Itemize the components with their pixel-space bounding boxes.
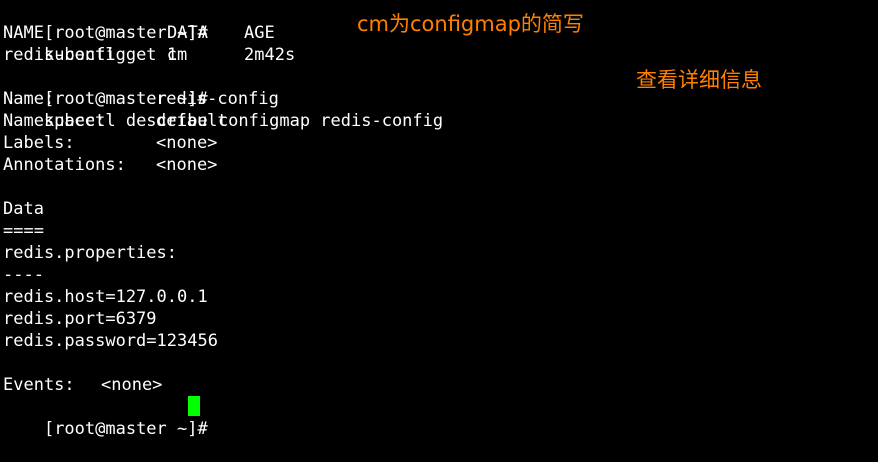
terminal-line-command-describe: [root@master ~]# kubectl describe config… xyxy=(3,66,443,131)
configmap-data-cell: 1 xyxy=(167,45,178,65)
describe-value: <none> xyxy=(156,155,218,175)
describe-label: Name: xyxy=(3,89,55,109)
terminal-line-current-prompt: [root@master ~]# xyxy=(3,396,208,439)
config-value-line: redis.password=123456 xyxy=(3,331,218,351)
terminal-window[interactable]: [root@master ~]# kubectl get cm NAME DAT… xyxy=(0,0,878,439)
table-row: redis-config 1 2m42s xyxy=(3,44,343,66)
describe-labels-line: Labels: <none> xyxy=(3,132,403,154)
config-value-line: redis.port=6379 xyxy=(3,309,157,329)
describe-value: redis-config xyxy=(156,89,279,109)
describe-value: <none> xyxy=(101,375,163,395)
describe-label: Annotations: xyxy=(3,155,126,175)
events-line: Events: <none> xyxy=(3,374,303,396)
describe-label: Events: xyxy=(3,375,75,395)
config-value-line: redis.host=127.0.0.1 xyxy=(3,287,208,307)
configmap-age-cell: 2m42s xyxy=(244,45,296,65)
column-header-data: DATA xyxy=(167,23,208,43)
data-heading: Data xyxy=(3,199,44,219)
annotation-cm-abbreviation: cm为configmap的简写 xyxy=(357,12,584,36)
describe-name-line: Name: redis-config xyxy=(3,88,403,110)
terminal-cursor xyxy=(188,396,200,416)
shell-prompt: [root@master ~]# xyxy=(43,419,208,439)
describe-label: Labels: xyxy=(3,133,75,153)
describe-annotations-line: Annotations: <none> xyxy=(3,154,403,176)
annotation-describe-details: 查看详细信息 xyxy=(636,68,762,92)
column-header-name: NAME xyxy=(3,23,44,43)
describe-namespace-line: Namespace: default xyxy=(3,110,403,132)
describe-label: Namespace: xyxy=(3,111,106,131)
configmap-name-cell: redis-config xyxy=(3,45,126,65)
column-header-age: AGE xyxy=(244,23,275,43)
describe-value: default xyxy=(156,111,228,131)
describe-value: <none> xyxy=(156,133,218,153)
data-key-rule: ---- xyxy=(3,265,44,285)
data-rule: ==== xyxy=(3,221,44,241)
data-key: redis.properties: xyxy=(3,243,177,263)
terminal-line-command-get: [root@master ~]# kubectl get cm xyxy=(3,0,208,65)
table-header-row: NAME DATA AGE xyxy=(3,22,343,44)
